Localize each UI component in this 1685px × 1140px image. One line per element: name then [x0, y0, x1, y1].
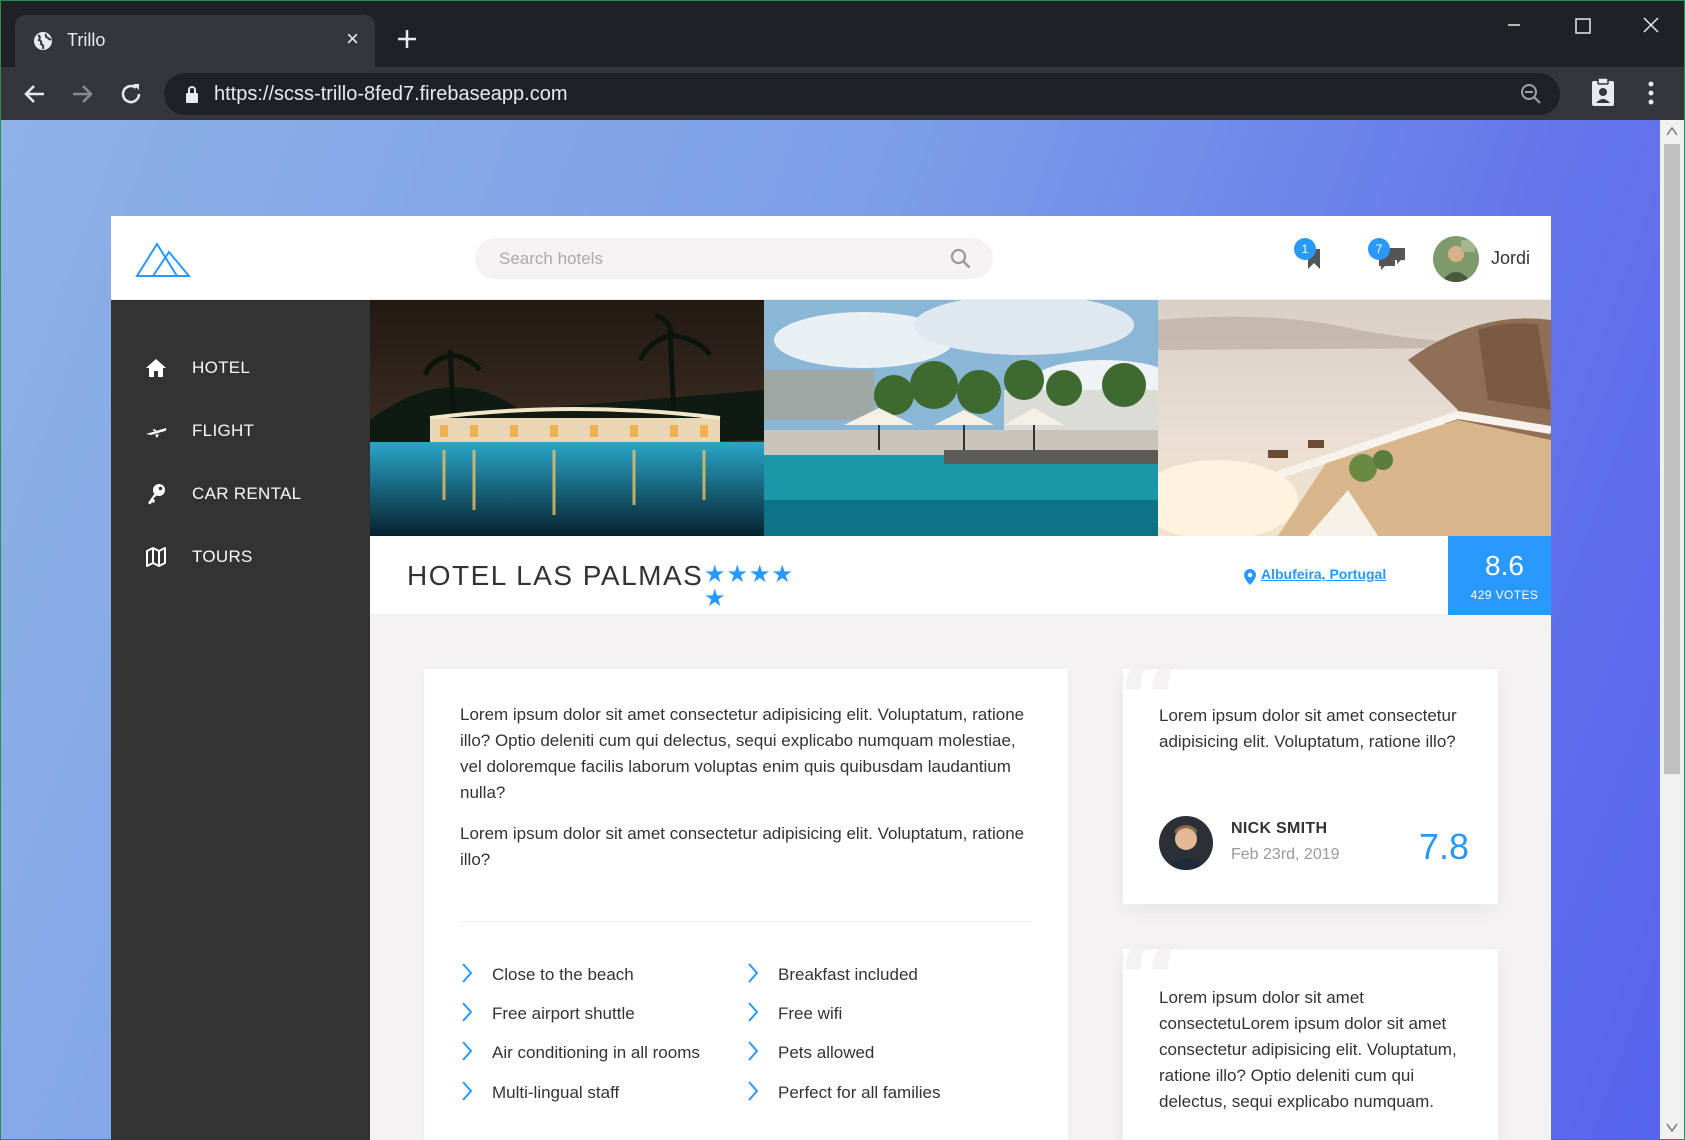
- divider: [460, 921, 1032, 922]
- sidebar-item-tours[interactable]: TOURS: [111, 527, 370, 587]
- scroll-down-arrow-icon[interactable]: [1666, 1123, 1678, 1133]
- sidebar-item-label: FLIGHT: [192, 421, 255, 440]
- star-icon: ★: [749, 561, 771, 588]
- sidebar-item-label: HOTEL: [192, 358, 251, 377]
- sidebar-item-hotel[interactable]: HOTEL: [111, 338, 370, 398]
- map-icon: [146, 547, 166, 567]
- user-name: Jordi: [1491, 248, 1531, 268]
- browser-tab[interactable]: Trillo ×: [15, 15, 375, 67]
- chevron-right-icon: [748, 1002, 759, 1022]
- sidebar-item-flight[interactable]: FLIGHT: [111, 401, 370, 461]
- address-bar[interactable]: https://scss-trillo-8fed7.firebaseapp.co…: [164, 73, 1560, 115]
- feature-label: Multi-lingual staff: [492, 1083, 620, 1102]
- bookmarks-notification-badge: 1: [1294, 238, 1316, 260]
- key-icon: [148, 484, 165, 505]
- search-input[interactable]: [475, 238, 935, 279]
- feature-label: Pets allowed: [778, 1043, 875, 1062]
- location-pin-icon: [1244, 569, 1256, 585]
- globe-icon: [34, 32, 52, 50]
- sidebar-item-label: CAR RENTAL: [192, 484, 302, 503]
- forward-icon[interactable]: [69, 81, 95, 107]
- minimize-icon[interactable]: [1494, 11, 1534, 41]
- bookmarks-button[interactable]: 1: [1294, 238, 1337, 282]
- search-icon[interactable]: [950, 248, 971, 269]
- review-user: NICK SMITH Feb 23rd, 2019 7.8: [1159, 816, 1469, 872]
- review-text: Lorem ipsum dolor sit amet consectetuLor…: [1159, 988, 1457, 1111]
- app-header: 1 7 Jordi: [111, 216, 1551, 300]
- lock-icon: [186, 86, 198, 103]
- clipboard-icon[interactable]: [1590, 77, 1616, 107]
- more-menu-icon[interactable]: [1646, 79, 1656, 107]
- rating-box: 8.6 429 VOTES: [1448, 536, 1551, 615]
- star-icon: ★: [726, 561, 749, 588]
- browser-window: Trillo × https://scss-trillo-8fed7.fireb…: [0, 0, 1685, 121]
- feature-label: Air conditioning in all rooms: [492, 1043, 700, 1062]
- home-icon: [146, 359, 166, 377]
- chevron-right-icon: [748, 1041, 759, 1061]
- review-card: “ Lorem ipsum dolor sit amet consectetur…: [1123, 669, 1498, 904]
- reviewer-name: NICK SMITH: [1231, 820, 1328, 837]
- sidebar: HOTEL FLIGHT CAR RENTAL TOURS: [111, 300, 370, 1140]
- rating-average: 8.6: [1485, 550, 1524, 581]
- chevron-right-icon: [462, 963, 473, 983]
- back-icon[interactable]: [22, 81, 48, 107]
- gallery-photo-night-pool[interactable]: [370, 300, 764, 536]
- hotel-star-rating: ★★★★★: [704, 561, 814, 611]
- gallery-photo-sea-terrace[interactable]: [1158, 300, 1551, 536]
- chevron-right-icon: [462, 1081, 473, 1101]
- sidebar-item-label: TOURS: [192, 547, 253, 566]
- description-paragraph: Lorem ipsum dolor sit amet consectetur a…: [460, 705, 1025, 802]
- close-window-icon[interactable]: [1631, 11, 1671, 41]
- user-avatar: [1433, 236, 1479, 282]
- review-date: Feb 23rd, 2019: [1231, 846, 1340, 863]
- reload-icon[interactable]: [118, 81, 144, 107]
- sidebar-item-car-rental[interactable]: CAR RENTAL: [111, 464, 370, 524]
- zoom-icon[interactable]: [1520, 83, 1542, 105]
- gallery-photo-day-pool[interactable]: [764, 300, 1158, 536]
- search-form: [475, 238, 993, 279]
- scrollbar[interactable]: [1660, 120, 1684, 1139]
- rating-count: 429 VOTES: [1470, 588, 1539, 602]
- scroll-up-arrow-icon[interactable]: [1666, 126, 1678, 136]
- chevron-right-icon: [462, 1041, 473, 1061]
- browser-toolbar: https://scss-trillo-8fed7.firebaseapp.co…: [1, 67, 1684, 121]
- review-rating: 7.8: [1418, 826, 1469, 867]
- maximize-icon[interactable]: [1562, 11, 1602, 41]
- chevron-right-icon: [748, 1081, 759, 1101]
- description-paragraph: Lorem ipsum dolor sit amet consectetur a…: [460, 824, 1025, 869]
- url-text: https://scss-trillo-8fed7.firebaseapp.co…: [214, 83, 568, 105]
- hotel-name-heading: HOTEL LAS PALMAS: [407, 560, 704, 591]
- trillo-logo-icon[interactable]: [135, 238, 191, 278]
- chevron-right-icon: [748, 963, 759, 983]
- hotel-description: Lorem ipsum dolor sit amet consectetur a…: [424, 669, 1068, 1140]
- feature-label: Free airport shuttle: [492, 1004, 635, 1023]
- app-container: 1 7 Jordi HOTEL FLIGHT: [111, 216, 1551, 1140]
- user-nav[interactable]: Jordi: [1433, 236, 1543, 282]
- aircraft-icon: [146, 428, 167, 438]
- review-card: “ Lorem ipsum dolor sit amet consectetuL…: [1123, 949, 1498, 1140]
- scroll-thumb[interactable]: [1664, 144, 1680, 774]
- star-icon: ★: [704, 585, 726, 612]
- star-icon: ★: [771, 561, 794, 588]
- messages-notification-badge: 7: [1368, 238, 1390, 260]
- new-tab-icon[interactable]: [393, 25, 421, 53]
- hotel-overview: HOTEL LAS PALMAS ★★★★★ Albufeira, Portug…: [370, 536, 1551, 615]
- feature-label: Perfect for all families: [778, 1083, 941, 1102]
- hotel-gallery: [370, 300, 1551, 536]
- location-link[interactable]: Albufeira, Portugal: [1261, 566, 1386, 582]
- tab-strip: Trillo ×: [1, 1, 1684, 67]
- feature-label: Close to the beach: [492, 965, 634, 984]
- tab-title: Trillo: [67, 30, 106, 50]
- star-icon: ★: [704, 561, 726, 588]
- tab-close-icon[interactable]: ×: [346, 27, 359, 51]
- review-text: Lorem ipsum dolor sit amet consectetur a…: [1159, 706, 1457, 751]
- messages-button[interactable]: 7: [1368, 238, 1411, 282]
- page-viewport: 1 7 Jordi HOTEL FLIGHT: [0, 120, 1685, 1140]
- feature-label: Breakfast included: [778, 965, 918, 984]
- reviewer-avatar: [1159, 816, 1213, 870]
- chevron-right-icon: [462, 1002, 473, 1022]
- feature-label: Free wifi: [778, 1004, 843, 1023]
